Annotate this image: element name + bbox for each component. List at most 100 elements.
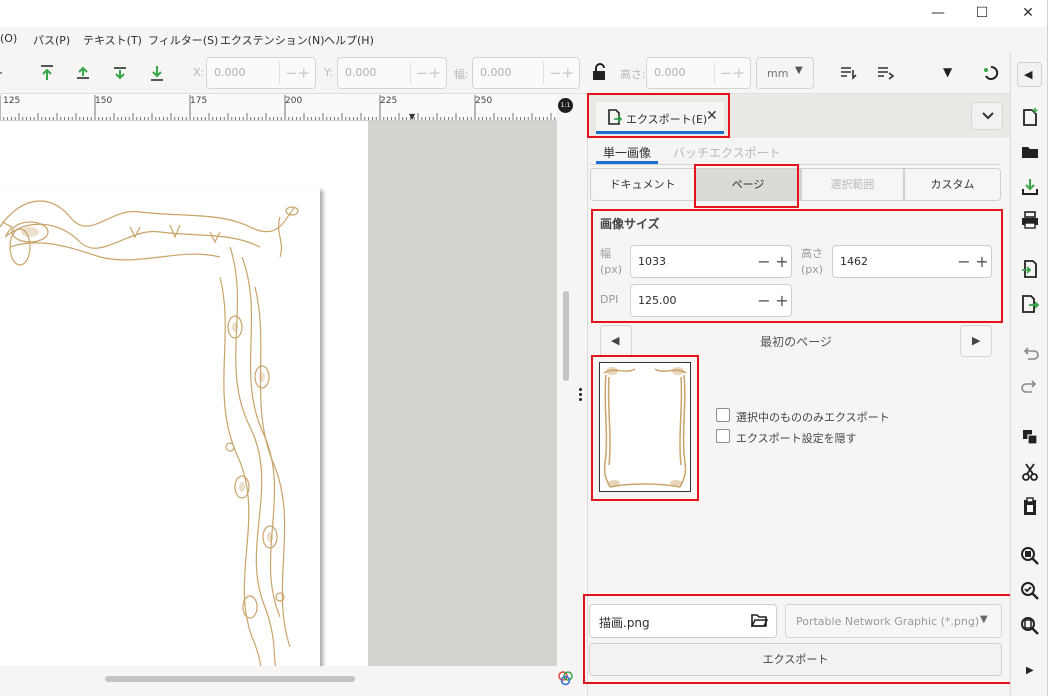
menu-path[interactable]: パス(P) — [33, 32, 70, 48]
width-unit-label: (px) — [600, 263, 623, 276]
vertical-scrollbar[interactable] — [557, 121, 574, 666]
filename-input[interactable]: 描画.png — [589, 604, 777, 638]
export-selected-only-checkbox[interactable] — [716, 408, 730, 422]
menu-filters[interactable]: フィルター(S) — [148, 32, 218, 48]
unit-select[interactable]: mm ▼ — [756, 57, 814, 89]
next-page-button[interactable]: ▶ — [960, 325, 992, 357]
horizontal-scroll-thumb[interactable] — [105, 676, 355, 682]
menu-help[interactable]: ヘルプ(H) — [324, 32, 374, 48]
open-folder-icon[interactable] — [1020, 142, 1040, 162]
horizontal-scrollbar[interactable] — [0, 666, 557, 696]
minus-icon[interactable]: − — [955, 252, 973, 272]
ruler-label: 175 — [190, 96, 208, 106]
plus-icon[interactable]: + — [773, 291, 791, 311]
document-page — [0, 187, 320, 666]
dock-tab-header: エクスポート(E) ✕ — [588, 94, 1011, 138]
plus-icon[interactable]: + — [973, 252, 991, 272]
height-value: 0.000 — [654, 66, 686, 79]
align-icon[interactable] — [0, 64, 4, 82]
menu-text[interactable]: テキスト(T) — [83, 32, 142, 48]
tab-single-image[interactable]: 単一画像 — [603, 144, 651, 161]
new-document-icon[interactable] — [1020, 107, 1040, 127]
export-width-input[interactable]: 1033 − + — [630, 245, 792, 278]
collapse-toolbar-button[interactable]: ◀ — [1017, 62, 1042, 87]
grip-dot — [579, 388, 582, 391]
plus-icon[interactable]: + — [773, 252, 791, 272]
phoenix-border-artwork — [0, 200, 299, 666]
export-tab[interactable]: エクスポート(E) ✕ — [596, 102, 724, 134]
x-stepper[interactable]: −+ — [279, 62, 315, 84]
page-navigator: ◀ 最初のページ ▶ — [600, 325, 992, 357]
dock-menu-button[interactable] — [971, 102, 1003, 130]
cut-icon[interactable] — [1020, 462, 1040, 482]
lock-icon[interactable] — [590, 63, 608, 81]
export-height-input[interactable]: 1462 − + — [832, 245, 992, 278]
chevron-left-icon: ◀ — [1024, 68, 1033, 81]
print-icon[interactable] — [1020, 210, 1040, 230]
mode-document-button[interactable]: ドキュメント — [590, 168, 695, 201]
export-icon[interactable] — [1020, 294, 1040, 314]
more-commands-icon[interactable]: ▶ — [1026, 665, 1034, 676]
dock-divider[interactable] — [574, 94, 587, 696]
tab-batch-export[interactable]: バッチエクスポート — [673, 144, 781, 161]
save-icon[interactable] — [1020, 177, 1040, 197]
x-value: 0.000 — [214, 66, 246, 79]
title-bar: — ☐ ✕ — [0, 0, 1047, 27]
more-options-icon[interactable]: ▼ — [943, 65, 952, 79]
copy-icon[interactable] — [1020, 427, 1040, 447]
y-input[interactable]: 0.000 −+ — [337, 57, 447, 89]
minimize-button[interactable]: — — [918, 2, 958, 24]
minus-icon[interactable]: − — [755, 291, 773, 311]
export-dialog: エクスポート(E) ✕ 単一画像 バッチエクスポート ドキュメント ページ 選択… — [587, 94, 1011, 696]
height-stepper[interactable]: −+ — [714, 62, 750, 84]
paste-icon[interactable] — [1020, 497, 1040, 517]
height-input[interactable]: 0.000 −+ — [646, 57, 751, 89]
preview-thumbnail — [603, 367, 687, 488]
export-button[interactable]: エクスポート — [589, 643, 1002, 676]
zoom-page-icon[interactable] — [1020, 616, 1040, 636]
grip-dot — [579, 398, 582, 401]
redo-icon[interactable] — [1020, 377, 1040, 397]
commands-bar: ◀ ▶ — [1010, 52, 1047, 696]
menu-extensions[interactable]: エクステンション(N) — [220, 32, 324, 48]
close-icon[interactable]: ✕ — [706, 108, 718, 124]
unit-value: mm — [767, 67, 789, 80]
file-format-value: Portable Network Graphic (*.png) — [796, 615, 980, 628]
lower-to-bottom-icon[interactable] — [148, 64, 166, 82]
mode-selection-button[interactable]: 選択範囲 — [801, 168, 904, 201]
zoom-correction-badge[interactable]: 1:1 — [557, 97, 574, 117]
x-input[interactable]: 0.000 −+ — [206, 57, 316, 89]
maximize-button[interactable]: ☐ — [962, 2, 1002, 24]
transform-stroke-icon[interactable] — [839, 64, 857, 82]
raise-icon[interactable] — [74, 64, 92, 82]
chevron-down-icon: ▼ — [980, 614, 988, 625]
mode-custom-button[interactable]: カスタム — [904, 168, 1001, 201]
export-dpi-input[interactable]: 125.00 − + — [630, 284, 792, 317]
import-icon[interactable] — [1020, 259, 1040, 279]
y-stepper[interactable]: −+ — [410, 62, 446, 84]
drawing-canvas[interactable] — [0, 121, 557, 666]
ruler-ticks — [0, 95, 556, 120]
height-unit-label: (px) — [801, 263, 824, 276]
lower-icon[interactable] — [111, 64, 129, 82]
height-label: 高さ: — [620, 68, 646, 81]
zoom-drawing-icon[interactable] — [1020, 581, 1040, 601]
width-stepper[interactable]: −+ — [543, 62, 579, 84]
chevron-right-icon: ▶ — [972, 334, 981, 347]
width-input[interactable]: 0.000 −+ — [472, 57, 580, 89]
menu-object[interactable]: (O) — [0, 32, 17, 45]
mode-page-button[interactable]: ページ — [695, 168, 801, 201]
zoom-selection-icon[interactable] — [1020, 546, 1040, 566]
close-window-button[interactable]: ✕ — [1008, 2, 1048, 24]
raise-to-top-icon[interactable] — [38, 64, 56, 82]
transform-corners-icon[interactable] — [876, 64, 894, 82]
folder-open-icon[interactable] — [751, 613, 768, 628]
color-manage-icon[interactable] — [557, 670, 574, 687]
snap-toggle-icon[interactable] — [982, 64, 1000, 82]
undo-icon[interactable] — [1020, 344, 1040, 364]
vertical-scroll-thumb[interactable] — [563, 291, 569, 381]
hide-export-settings-checkbox[interactable] — [716, 429, 730, 443]
ruler-label: 150 — [95, 96, 113, 106]
file-format-select[interactable]: Portable Network Graphic (*.png) ▼ — [785, 604, 1002, 638]
minus-icon[interactable]: − — [755, 252, 773, 272]
